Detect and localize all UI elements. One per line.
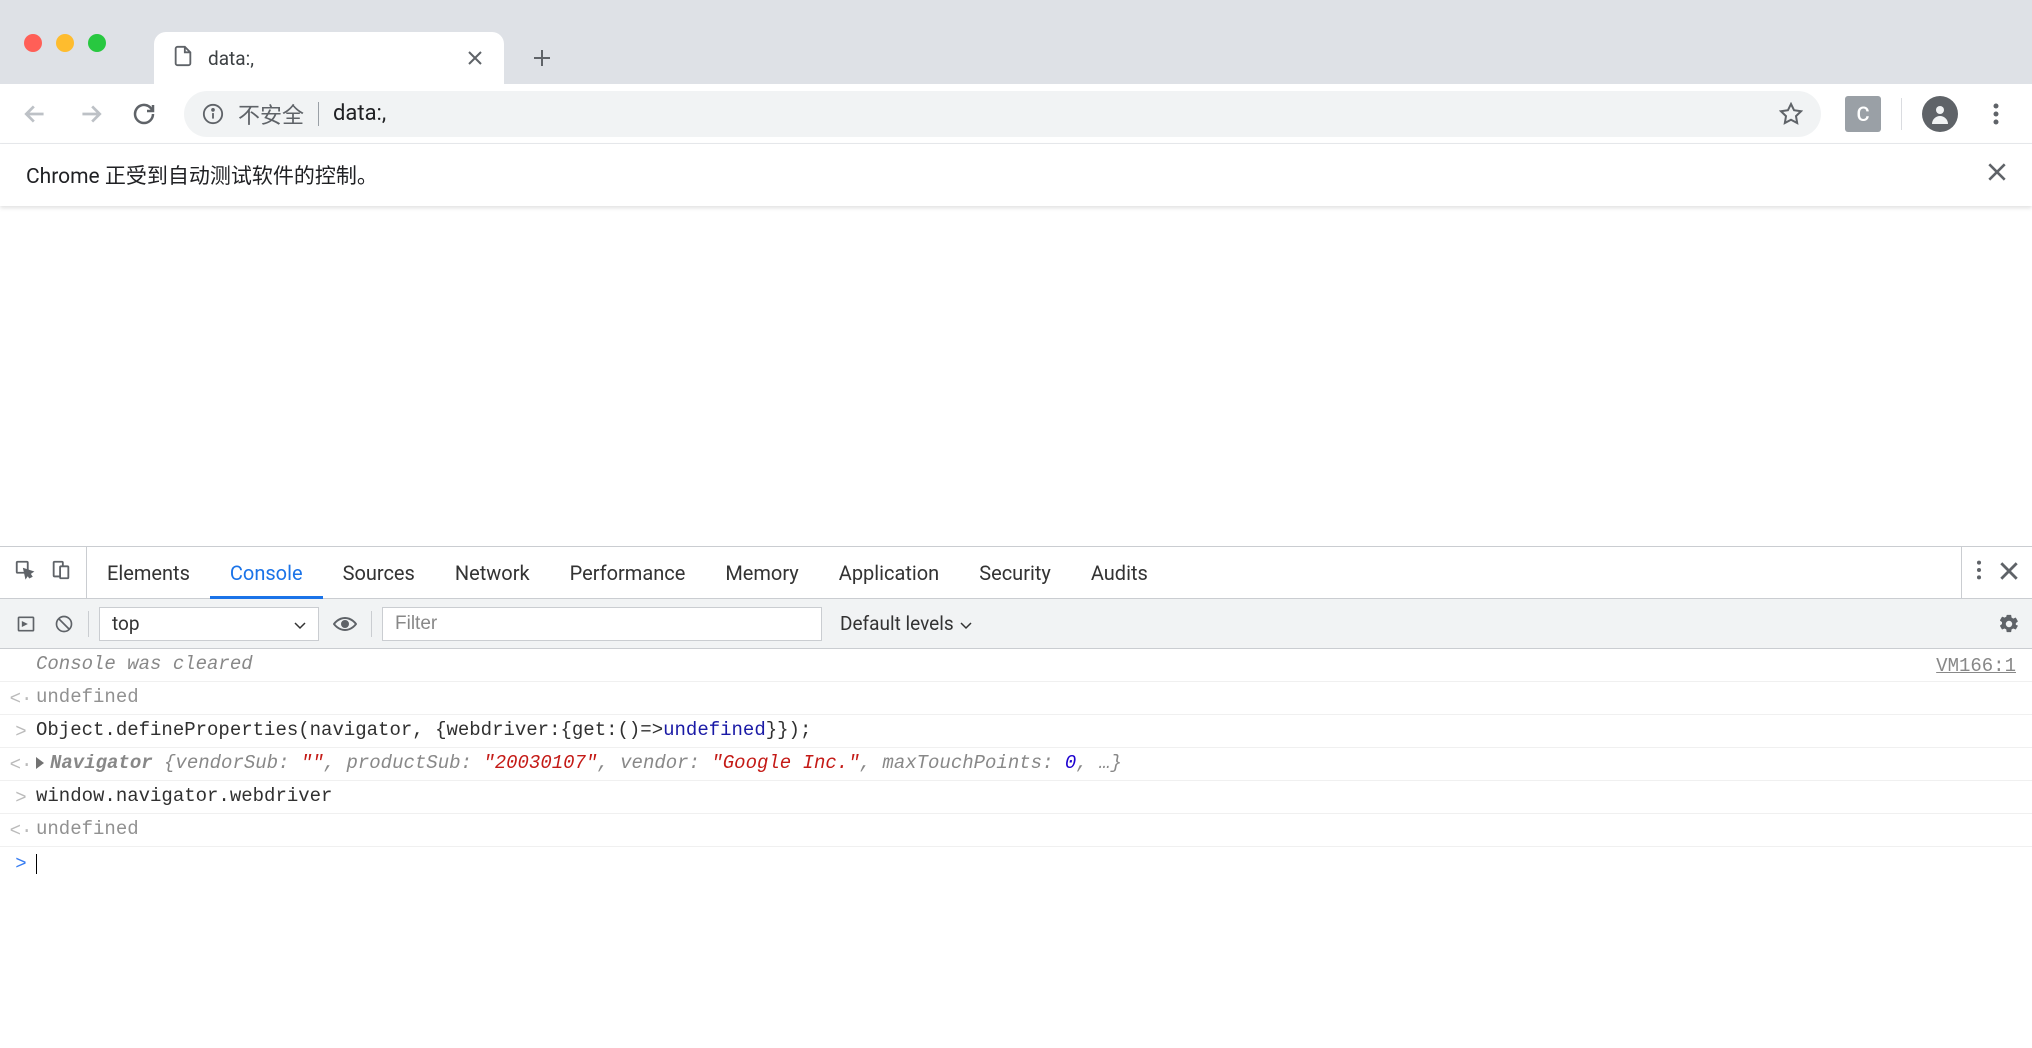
input-chevron-icon: > (10, 851, 32, 875)
output-arrow-icon: <· (10, 686, 32, 710)
automation-infobar: Chrome 正受到自动测试软件的控制。 (0, 144, 2032, 206)
tab-memory[interactable]: Memory (705, 547, 818, 598)
toolbar-separator (1901, 98, 1902, 130)
output-arrow-icon: <· (10, 752, 32, 776)
address-bar[interactable]: 不安全 data:, (184, 91, 1821, 137)
tab-sources[interactable]: Sources (323, 547, 435, 598)
execution-context-select[interactable]: top (99, 607, 319, 641)
input-chevron-icon: > (10, 719, 32, 743)
tab-elements[interactable]: Elements (87, 547, 210, 598)
console-filter-input[interactable] (382, 607, 822, 641)
tab-console[interactable]: Console (210, 547, 323, 598)
security-status-label: 不安全 (238, 98, 304, 130)
console-output[interactable]: Console was cleared VM166:1 <· undefined… (0, 649, 2032, 881)
devtools-more-icon[interactable] (1976, 559, 1982, 586)
console-sidebar-toggle-icon[interactable] (12, 610, 40, 638)
expand-triangle-icon[interactable] (36, 757, 44, 769)
devtools-close-icon[interactable] (2000, 561, 2018, 585)
url-text: data:, (333, 101, 386, 126)
chevron-down-icon (960, 612, 972, 635)
console-toolbar: top Default levels (0, 599, 2032, 649)
back-button[interactable] (12, 90, 60, 138)
forward-button[interactable] (66, 90, 114, 138)
chrome-menu-button[interactable] (1972, 102, 2020, 126)
browser-tab-strip: data:, (0, 0, 2032, 84)
extension-icon[interactable]: C (1845, 96, 1881, 132)
clear-console-icon[interactable] (50, 610, 78, 638)
context-value: top (112, 612, 140, 635)
text-cursor (36, 854, 37, 874)
page-content (0, 206, 2032, 546)
bookmark-star-icon[interactable] (1779, 102, 1803, 126)
tab-performance[interactable]: Performance (550, 547, 706, 598)
profile-avatar[interactable] (1922, 96, 1958, 132)
omnibox-divider (318, 102, 319, 126)
live-expression-icon[interactable] (329, 612, 361, 636)
console-output-navigator[interactable]: <· Navigator {vendorSub: "", productSub:… (0, 748, 2032, 781)
device-toolbar-icon[interactable] (50, 559, 72, 586)
new-tab-button[interactable] (522, 38, 562, 78)
console-message-cleared: Console was cleared VM166:1 (0, 649, 2032, 682)
chevron-down-icon (294, 612, 306, 635)
tab-network[interactable]: Network (435, 547, 550, 598)
window-close-button[interactable] (24, 34, 42, 52)
tab-application[interactable]: Application (819, 547, 959, 598)
site-info-icon[interactable] (202, 103, 224, 125)
file-icon (172, 45, 194, 71)
output-arrow-icon: <· (10, 818, 32, 842)
browser-tab[interactable]: data:, (154, 32, 504, 84)
tab-audits[interactable]: Audits (1071, 547, 1168, 598)
console-input-line: > window.navigator.webdriver (0, 781, 2032, 814)
infobar-message: Chrome 正受到自动测试软件的控制。 (26, 160, 378, 190)
log-levels-select[interactable]: Default levels (832, 612, 980, 635)
devtools-panel: Elements Console Sources Network Perform… (0, 546, 2032, 881)
tab-title: data:, (208, 47, 450, 70)
input-chevron-icon: > (10, 785, 32, 809)
tab-security[interactable]: Security (959, 547, 1071, 598)
window-minimize-button[interactable] (56, 34, 74, 52)
console-settings-icon[interactable] (1998, 613, 2020, 635)
inspect-element-icon[interactable] (14, 559, 36, 586)
reload-button[interactable] (120, 90, 168, 138)
source-link[interactable]: VM166:1 (1936, 653, 2016, 677)
console-prompt[interactable]: > (0, 847, 2032, 881)
console-input-line: > Object.defineProperties(navigator, {we… (0, 715, 2032, 748)
devtools-tab-bar: Elements Console Sources Network Perform… (0, 547, 2032, 599)
console-output-undefined: <· undefined (0, 682, 2032, 715)
infobar-close-button[interactable] (1988, 163, 2006, 187)
window-fullscreen-button[interactable] (88, 34, 106, 52)
console-output-undefined: <· undefined (0, 814, 2032, 847)
tab-close-button[interactable] (464, 47, 486, 69)
window-controls (24, 34, 106, 52)
browser-toolbar: 不安全 data:, C (0, 84, 2032, 144)
